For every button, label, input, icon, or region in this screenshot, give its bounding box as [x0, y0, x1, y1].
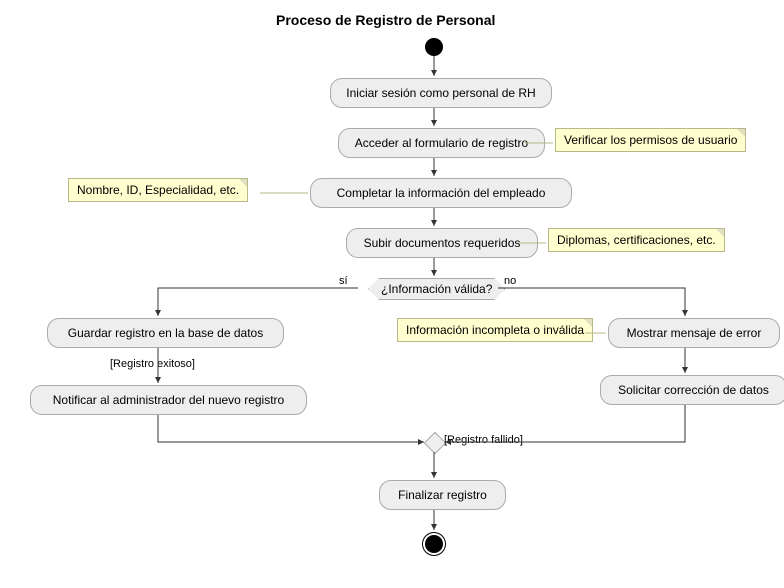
decision-valid-info: ¿Información válida?: [368, 278, 505, 300]
activity-show-error: Mostrar mensaje de error: [608, 318, 780, 348]
activity-login: Iniciar sesión como personal de RH: [330, 78, 552, 108]
label-no: no: [504, 275, 516, 287]
note-documents: Diplomas, certificaciones, etc.: [548, 228, 725, 252]
label-success: [Registro exitoso]: [110, 358, 195, 370]
activity-upload-docs: Subir documentos requeridos: [346, 228, 538, 258]
merge-node: [424, 432, 447, 455]
label-yes: sí: [339, 275, 348, 287]
end-node: [425, 535, 443, 553]
activity-finalize: Finalizar registro: [379, 480, 506, 510]
activity-save-record: Guardar registro en la base de datos: [47, 318, 284, 348]
activity-complete-info: Completar la información del empleado: [310, 178, 572, 208]
activity-request-correction: Solicitar corrección de datos: [600, 375, 784, 405]
label-fail: [Registro fallido]: [444, 434, 523, 446]
note-invalid-info: Información incompleta o inválida: [397, 318, 593, 342]
note-permissions: Verificar los permisos de usuario: [555, 128, 746, 152]
diagram-title: Proceso de Registro de Personal: [276, 12, 495, 28]
activity-notify-admin: Notificar al administrador del nuevo reg…: [30, 385, 307, 415]
start-node: [425, 38, 443, 56]
activity-access-form: Acceder al formulario de registro: [338, 128, 545, 158]
note-employee-fields: Nombre, ID, Especialidad, etc.: [68, 178, 248, 202]
